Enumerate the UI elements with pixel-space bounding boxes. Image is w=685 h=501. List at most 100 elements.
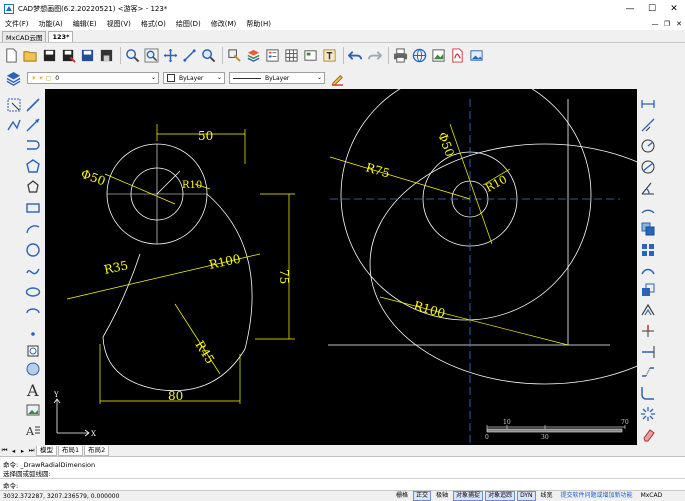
layer-stack-icon[interactable] [5,70,22,87]
next-tab-icon[interactable]: ▸ [18,447,27,455]
layer-manager-icon[interactable] [245,47,262,64]
export-image-icon[interactable] [430,47,447,64]
app-icon [4,3,14,14]
cloud-save-icon[interactable] [79,47,96,64]
menu-modify[interactable]: 修改(M) [206,19,242,29]
menu-format[interactable]: 格式(O) [136,19,171,29]
undo-icon[interactable] [347,47,364,64]
tab-123[interactable]: 123* [48,31,74,42]
scale-label-70: 70 [621,419,629,426]
dim-r35: R35 [103,258,130,277]
ellipse-arc-icon[interactable] [24,304,42,322]
menu-help[interactable]: 帮助(H) [241,19,276,29]
zoom-window-icon[interactable] [124,47,141,64]
menu-file[interactable]: 文件(F) [0,19,34,29]
color-select[interactable]: ByLayer ⌄ [163,72,225,84]
fillet-icon[interactable] [639,384,657,402]
save-as-icon[interactable] [60,47,77,64]
ray-icon[interactable] [24,116,42,134]
dim-angular-icon[interactable] [639,179,657,197]
maximize-button[interactable]: ☐ [641,0,663,17]
rectangle-icon[interactable] [24,199,42,217]
polygon-icon[interactable] [24,157,42,175]
dim-linear-icon[interactable] [639,95,657,113]
print-icon[interactable] [392,47,409,64]
menu-draw[interactable]: 绘图(D) [171,19,206,29]
menu-edit[interactable]: 编辑(E) [68,19,102,29]
left-dimensions [66,124,295,404]
erase-icon[interactable] [639,425,657,443]
chevron-down-icon: ⌄ [316,74,322,81]
save-copy-icon[interactable] [98,47,115,64]
copy-icon[interactable] [639,220,657,238]
tab-layout1[interactable]: 布局1 [58,445,84,456]
web-icon[interactable] [411,47,428,64]
linetype-select[interactable]: ByLayer ⌄ [229,72,325,84]
properties-icon[interactable] [264,47,281,64]
pentagon-icon[interactable] [24,178,42,196]
close-button[interactable]: ✕ [663,0,685,17]
command-history-line-2: 选择圆或弧线圆: [3,470,51,478]
arc-icon[interactable] [24,220,42,238]
dim-diameter-icon[interactable] [639,158,657,176]
text-icon[interactable]: A [24,380,42,398]
dim-arc-icon[interactable] [639,200,657,218]
pen-color-icon[interactable] [329,70,346,87]
stretch-icon[interactable] [639,261,657,279]
break-icon[interactable] [639,363,657,381]
layer-select[interactable]: ☀ ☀ ▢ 0 ⌄ [27,72,159,84]
region-icon[interactable] [24,360,42,378]
image-icon[interactable] [24,401,42,419]
insert-block-icon[interactable] [24,342,42,360]
pan-icon[interactable] [162,47,179,64]
doc-restore-button[interactable]: ❐ [661,17,673,30]
command-input[interactable]: 命令: [0,478,685,490]
offset-icon[interactable] [639,301,657,319]
trim-icon[interactable] [639,322,657,340]
dim-aligned-icon[interactable] [639,116,657,134]
zoom-icon[interactable] [200,47,217,64]
left-r10-arc [156,170,181,195]
select-icon[interactable] [5,96,23,114]
table-icon[interactable] [283,47,300,64]
save-icon[interactable] [41,47,58,64]
first-tab-icon[interactable]: ⏮ [0,446,9,455]
explode-icon[interactable] [639,405,657,423]
open-folder-icon[interactable] [22,47,39,64]
zoom-extents-icon[interactable] [143,47,160,64]
redo-icon[interactable] [366,47,383,64]
polyline-icon[interactable] [5,116,23,134]
line-icon[interactable] [24,96,42,114]
spline-icon[interactable] [24,262,42,280]
match-properties-icon[interactable] [226,47,243,64]
insert-image-icon[interactable] [468,47,485,64]
last-tab-icon[interactable]: ⏭ [27,446,36,455]
dim-r45: R45 [192,338,217,366]
tab-mxcad-cloud[interactable]: MxCAD云图 [2,31,47,42]
point-icon[interactable] [24,325,42,343]
arc-polyline-icon[interactable] [24,136,42,154]
dim-radius-icon[interactable] [639,137,657,155]
scale-icon[interactable] [639,281,657,299]
circle-icon[interactable] [24,241,42,259]
dim-r10: R10 [182,180,202,191]
multiline-text-icon[interactable]: A [24,422,42,440]
extend-icon[interactable] [639,343,657,361]
drawing-canvas[interactable]: 50 Φ50 R10 R35 R100 75 R45 80 R75 Φ50 R1… [45,89,637,445]
block-icon[interactable] [302,47,319,64]
ellipse-icon[interactable] [24,283,42,301]
menu-function[interactable]: 功能(A) [34,19,68,29]
minimize-button[interactable]: — [619,0,641,17]
export-pdf-icon[interactable] [449,47,466,64]
new-file-icon[interactable] [3,47,20,64]
measure-icon[interactable] [181,47,198,64]
menu-view[interactable]: 视图(V) [102,19,136,29]
tab-model[interactable]: 模型 [36,445,57,456]
array-icon[interactable] [639,241,657,259]
drawing-svg[interactable]: 50 Φ50 R10 R35 R100 75 R45 80 R75 Φ50 R1… [45,89,637,445]
doc-close-button[interactable]: ✕ [673,17,685,30]
tab-layout2[interactable]: 布局2 [84,445,110,456]
doc-minimize-button[interactable]: — [649,17,661,30]
prev-tab-icon[interactable]: ◂ [9,447,18,455]
text-style-icon[interactable] [321,47,338,64]
